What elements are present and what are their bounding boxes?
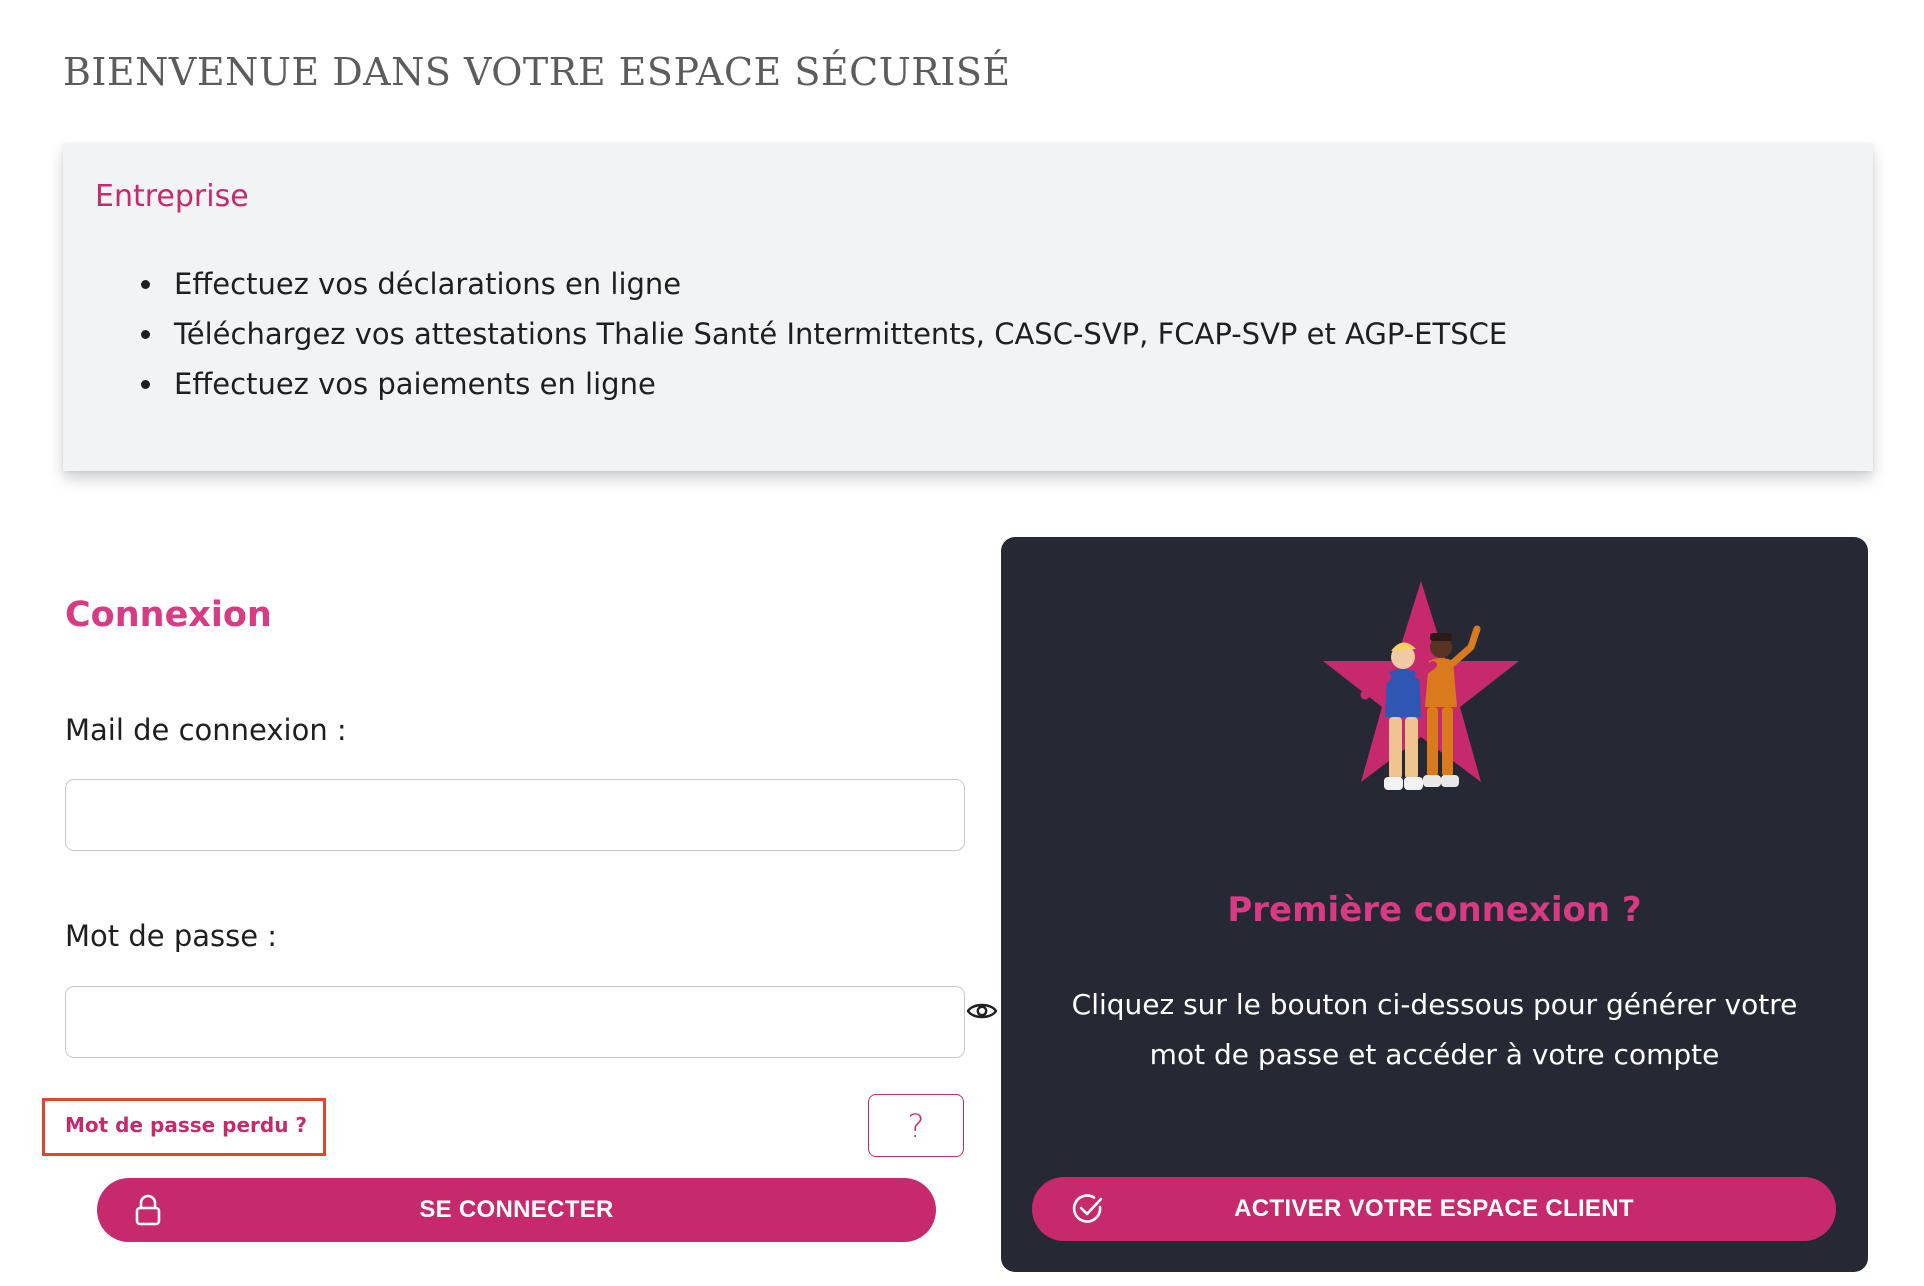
lost-password-link[interactable]: Mot de passe perdu ? [65, 1113, 307, 1137]
bullet-icon [141, 330, 150, 339]
info-card: Entreprise Effectuez vos déclarations en… [63, 143, 1873, 471]
list-item-text: Effectuez vos paiements en ligne [174, 367, 656, 401]
email-field[interactable] [65, 779, 965, 851]
info-card-title: Entreprise [95, 179, 249, 214]
password-label: Mot de passe : [65, 919, 278, 953]
login-title: Connexion [65, 595, 272, 635]
help-button-label: ? [907, 1106, 925, 1145]
activate-button-label: ACTIVER VOTRE ESPACE CLIENT [1234, 1195, 1634, 1222]
bullet-icon [141, 380, 150, 389]
first-login-text: Cliquez sur le bouton ci-dessous pour gé… [1071, 988, 1798, 1071]
login-button[interactable]: SE CONNECTER [97, 1178, 936, 1242]
page-title: BIENVENUE DANS VOTRE ESPACE SÉCURISÉ [63, 50, 1011, 94]
bullet-icon [141, 280, 150, 289]
info-list: Effectuez vos déclarations en ligne Télé… [141, 259, 1507, 409]
login-button-label: SE CONNECTER [419, 1196, 614, 1223]
first-login-title: Première connexion ? [1227, 890, 1642, 930]
login-page: BIENVENUE DANS VOTRE ESPACE SÉCURISÉ Ent… [0, 0, 1924, 1286]
list-item: Effectuez vos paiements en ligne [141, 359, 1507, 409]
email-label: Mail de connexion : [65, 713, 347, 747]
list-item-text: Effectuez vos déclarations en ligne [174, 267, 682, 301]
activate-account-button[interactable]: ACTIVER VOTRE ESPACE CLIENT [1032, 1177, 1836, 1241]
list-item-text: Téléchargez vos attestations Thalie Sant… [174, 317, 1508, 351]
list-item: Téléchargez vos attestations Thalie Sant… [141, 309, 1507, 359]
show-password-button[interactable] [964, 993, 1000, 1029]
help-button[interactable]: ? [868, 1094, 964, 1157]
eye-icon [966, 1003, 998, 1019]
people-illustration [1323, 581, 1519, 790]
password-field[interactable] [65, 986, 965, 1058]
list-item: Effectuez vos déclarations en ligne [141, 259, 1507, 309]
first-login-card: Première connexion ? Cliquez sur le bout… [1001, 537, 1868, 1272]
